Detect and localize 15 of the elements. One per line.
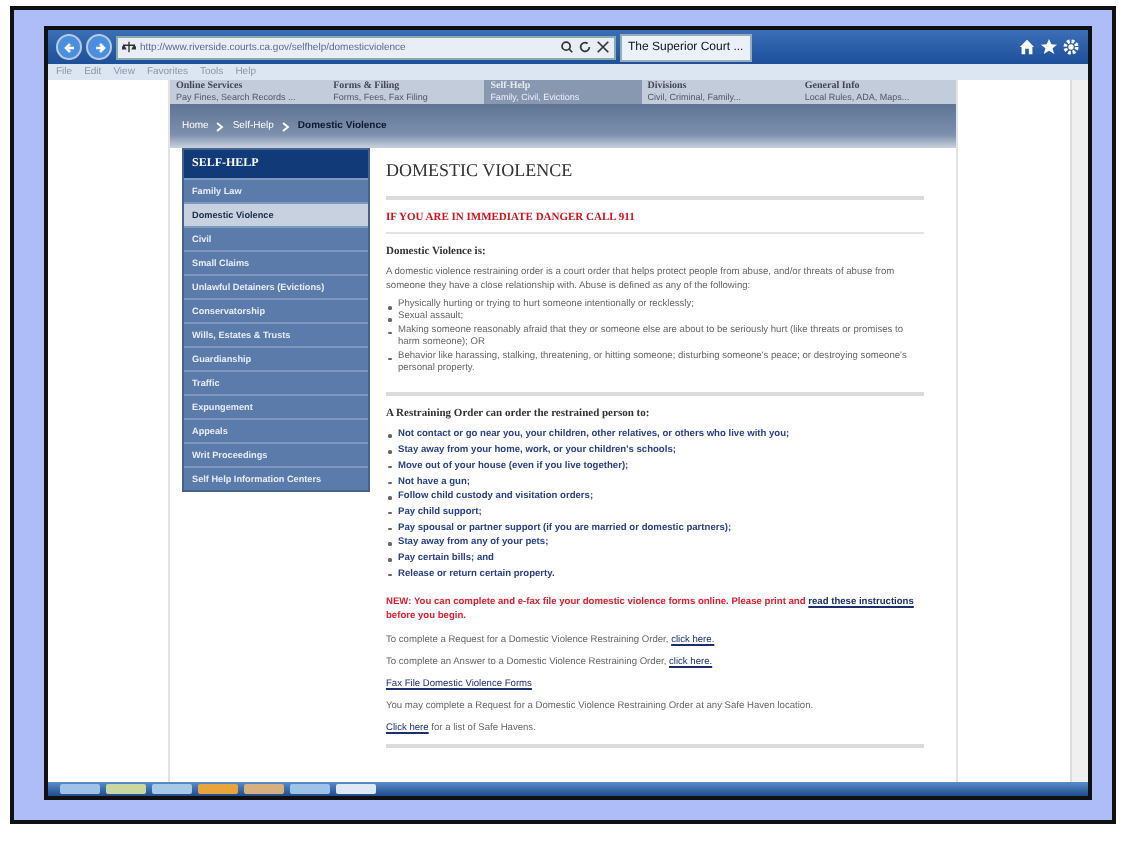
refresh-icon[interactable] [578,40,592,54]
back-button[interactable] [56,34,82,60]
home-icon[interactable] [1018,38,1036,56]
star-icon[interactable] [1040,38,1058,56]
forward-button[interactable] [86,34,112,60]
search-icon[interactable] [560,40,574,54]
close-icon[interactable] [596,40,610,54]
scales-icon [122,40,136,54]
chevron-icon [281,121,290,131]
settings-icon[interactable] [1062,38,1080,56]
back-arrow-icon [61,39,77,55]
chevron-icon [216,121,225,131]
forward-arrow-icon [91,39,107,55]
page-title: DOMESTIC VIOLENCE [386,160,575,180]
scrollbar[interactable] [1070,80,1088,782]
